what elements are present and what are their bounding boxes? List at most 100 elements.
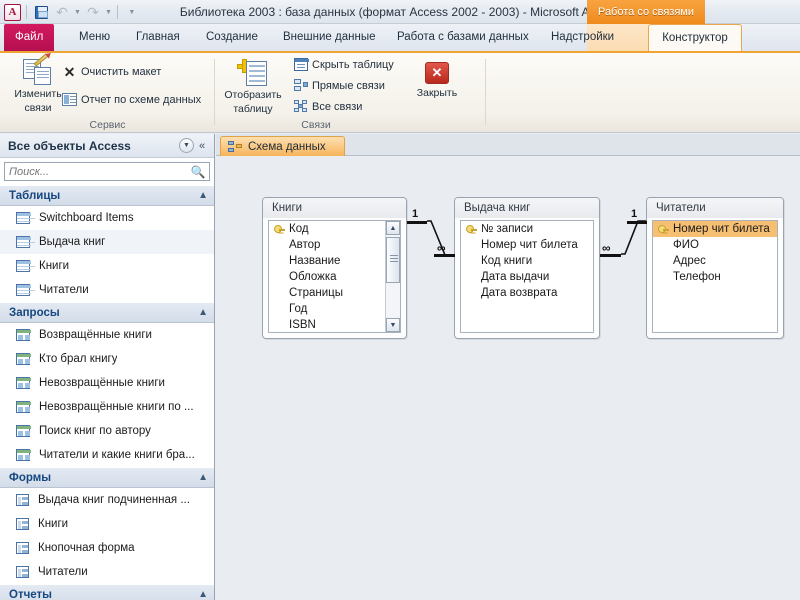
relationship-table-knigi[interactable]: Книги Код Автор Название Обложка Страниц… xyxy=(262,197,407,339)
nav-item-chitateli-table[interactable]: Читатели xyxy=(0,278,214,302)
relationships-canvas[interactable]: Книги Код Автор Название Обложка Страниц… xyxy=(216,157,800,600)
nav-item-switchboard-items[interactable]: Switchboard Items xyxy=(0,206,214,230)
nav-item-label: Выдача книг xyxy=(39,236,106,248)
show-table-button[interactable]: Отобразить таблицу xyxy=(220,58,286,115)
field-row[interactable]: ФИО xyxy=(653,237,777,253)
tab-file[interactable]: Файл xyxy=(4,24,55,51)
field-row[interactable]: Адрес xyxy=(653,253,777,269)
field-row[interactable]: Номер чит билета xyxy=(461,237,593,253)
nav-item-query-unreturned-books-by[interactable]: Невозвращённые книги по ... xyxy=(0,395,214,419)
nav-item-form-vydacha-knig-sub[interactable]: Выдача книг подчиненная ... xyxy=(0,488,214,512)
all-relationships-icon xyxy=(294,100,308,113)
field-row[interactable]: ISBN xyxy=(269,317,400,332)
tab-database-tools[interactable]: Работа с базами данных xyxy=(386,24,540,51)
scroll-down-arrow-icon[interactable]: ▼ xyxy=(386,318,400,332)
search-box[interactable]: 🔍 xyxy=(4,162,210,181)
field-label: Адрес xyxy=(673,255,706,267)
access-logo-icon[interactable]: A xyxy=(4,3,21,21)
field-row[interactable]: Код xyxy=(269,221,400,237)
ribbon-group-tools-label: Сервис xyxy=(89,119,126,131)
clear-layout-button[interactable]: ✕ Очистить макет xyxy=(62,65,162,79)
nav-item-query-who-took-book[interactable]: Кто брал книгу xyxy=(0,347,214,371)
nav-item-query-unreturned-books[interactable]: Невозвращённые книги xyxy=(0,371,214,395)
nav-group-tables[interactable]: Таблицы ▲ xyxy=(0,185,214,206)
relationship-table-vydacha-knig[interactable]: Выдача книг № записи Номер чит билета Ко… xyxy=(454,197,600,339)
chevron-up-icon[interactable]: ▲ xyxy=(198,589,208,600)
navigation-pane-header[interactable]: Все объекты Access ▼ « xyxy=(0,134,214,158)
double-chevron-left-icon[interactable]: « xyxy=(194,138,210,154)
save-button[interactable] xyxy=(32,3,50,21)
nav-item-label: Поиск книг по автору xyxy=(39,425,151,437)
hide-table-button[interactable]: Скрыть таблицу xyxy=(294,58,394,71)
navigation-pane-list: Таблицы ▲ Switchboard Items Выдача книг … xyxy=(0,185,214,600)
divider xyxy=(26,5,27,19)
nav-item-label: Возвращённые книги xyxy=(39,329,152,341)
field-row[interactable]: Дата выдачи xyxy=(461,269,593,285)
ribbon-group-relationships: Отобразить таблицу Скрыть таблицу Прямые… xyxy=(216,53,486,133)
tab-home[interactable]: Главная xyxy=(125,24,191,51)
close-button[interactable]: ✕ Закрыть xyxy=(406,62,468,100)
field-label: Телефон xyxy=(673,271,721,283)
nav-group-reports[interactable]: Отчеты ▲ xyxy=(0,584,214,600)
search-input[interactable] xyxy=(5,163,190,180)
field-row[interactable]: Телефон xyxy=(653,269,777,285)
navigation-pane: Все объекты Access ▼ « 🔍 Таблицы ▲ Switc… xyxy=(0,134,215,600)
redo-button[interactable]: ↷ xyxy=(84,3,102,21)
nav-item-knigi-table[interactable]: Книги xyxy=(0,254,214,278)
query-icon xyxy=(16,425,31,437)
nav-group-forms[interactable]: Формы ▲ xyxy=(0,467,214,488)
field-label: Дата возврата xyxy=(481,287,558,299)
field-row-selected[interactable]: Номер чит билета xyxy=(653,221,777,237)
customize-qat-button[interactable]: ▼ xyxy=(123,3,141,21)
tab-external-data[interactable]: Внешние данные xyxy=(272,24,386,51)
search-magnifier-icon[interactable]: 🔍 xyxy=(190,165,206,179)
scrollbar-thumb[interactable] xyxy=(386,237,400,283)
field-row[interactable]: № записи xyxy=(461,221,593,237)
field-row[interactable]: Код книги xyxy=(461,253,593,269)
relationship-table-chitateli[interactable]: Читатели Номер чит билета ФИО Адрес Теле… xyxy=(646,197,784,339)
nav-item-label: Книги xyxy=(39,260,70,272)
tab-menu[interactable]: Меню xyxy=(68,24,121,51)
nav-item-query-readers-and-books[interactable]: Читатели и какие книги бра... xyxy=(0,443,214,467)
hide-table-icon xyxy=(294,58,309,71)
table-icon xyxy=(16,236,31,248)
nav-group-queries[interactable]: Запросы ▲ xyxy=(0,302,214,323)
show-table-label-line2: таблицу xyxy=(233,102,273,115)
field-row[interactable]: Дата возврата xyxy=(461,285,593,301)
field-row[interactable]: Страницы xyxy=(269,285,400,301)
table-title: Выдача книг xyxy=(455,198,599,218)
tab-design[interactable]: Конструктор xyxy=(648,24,742,51)
field-row[interactable]: Название xyxy=(269,253,400,269)
nav-item-form-knigi[interactable]: Книги xyxy=(0,512,214,536)
relationship-report-button[interactable]: Отчет по схеме данных xyxy=(62,93,201,106)
field-row[interactable]: Год xyxy=(269,301,400,317)
field-row[interactable]: Автор xyxy=(269,237,400,253)
field-label: Обложка xyxy=(289,271,337,283)
redo-dropdown-icon[interactable]: ▼ xyxy=(105,9,112,16)
primary-key-icon xyxy=(274,224,285,234)
document-tab-relationships[interactable]: Схема данных xyxy=(220,136,345,156)
nav-item-form-switchboard[interactable]: Кнопочная форма xyxy=(0,536,214,560)
ribbon-group-relationships-label: Связи xyxy=(301,119,331,131)
undo-dropdown-icon[interactable]: ▼ xyxy=(74,9,81,16)
nav-item-vydacha-knig-table[interactable]: Выдача книг xyxy=(0,230,214,254)
tab-addins[interactable]: Надстройки xyxy=(540,24,625,51)
chevron-up-icon[interactable]: ▲ xyxy=(198,472,208,483)
nav-item-query-returned-books[interactable]: Возвращённые книги xyxy=(0,323,214,347)
nav-item-form-chitateli[interactable]: Читатели xyxy=(0,560,214,584)
nav-item-query-search-by-author[interactable]: Поиск книг по автору xyxy=(0,419,214,443)
chevron-up-icon[interactable]: ▲ xyxy=(198,190,208,201)
undo-arrow-icon: ↶ xyxy=(56,4,68,20)
table-scrollbar[interactable]: ▲ ▼ xyxy=(385,221,400,332)
close-label: Закрыть xyxy=(416,87,458,99)
undo-button[interactable]: ↶ xyxy=(53,3,71,21)
chevron-down-circle-icon[interactable]: ▼ xyxy=(179,138,194,153)
field-label: Код xyxy=(289,223,309,235)
scroll-up-arrow-icon[interactable]: ▲ xyxy=(386,221,400,235)
tab-create[interactable]: Создание xyxy=(195,24,269,51)
all-relationships-button[interactable]: Все связи xyxy=(294,100,362,113)
nav-group-reports-title: Отчеты xyxy=(9,588,52,600)
chevron-up-icon[interactable]: ▲ xyxy=(198,307,208,318)
field-row[interactable]: Обложка xyxy=(269,269,400,285)
direct-relationships-button[interactable]: Прямые связи xyxy=(294,79,385,92)
